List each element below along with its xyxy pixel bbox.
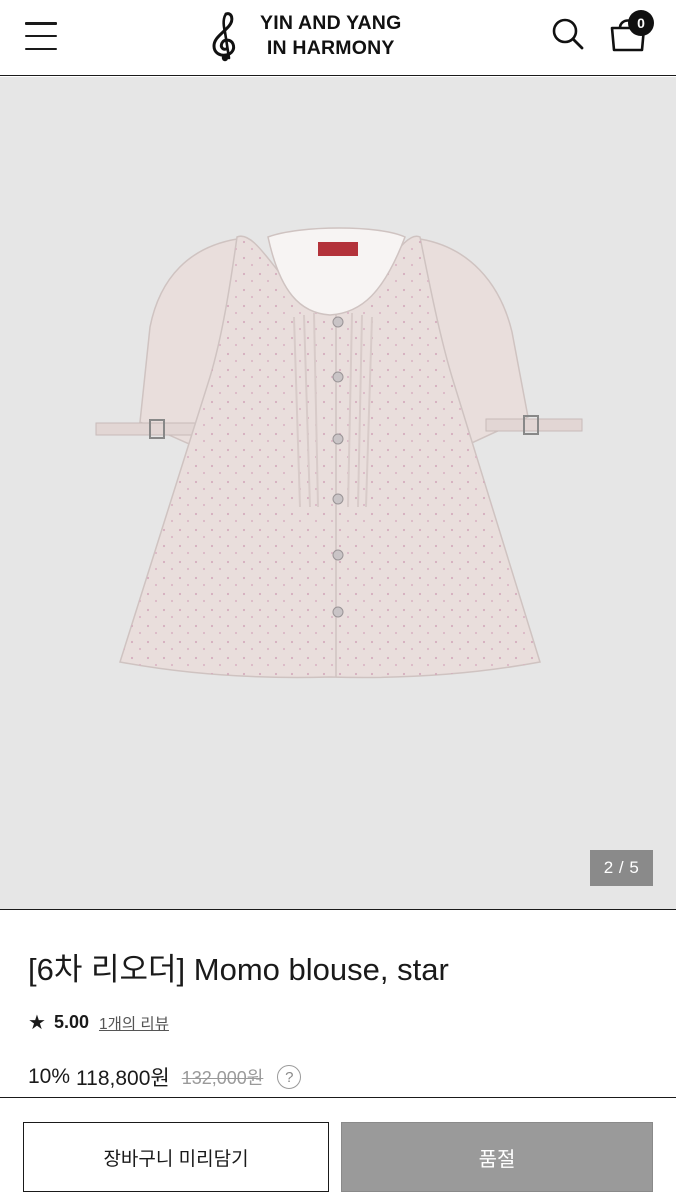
product-rating: ★ 5.00 1개의 리뷰 <box>28 1010 169 1035</box>
product-image-gallery[interactable]: 2 / 5 <box>0 77 676 910</box>
product-image <box>95 227 583 679</box>
sold-out-button[interactable]: 품절 <box>341 1122 653 1192</box>
cart-count-badge: 0 <box>628 10 654 36</box>
brand-logo[interactable]: YIN AND YANG IN HARMONY <box>204 8 401 64</box>
brand-name: YIN AND YANG IN HARMONY <box>260 12 402 59</box>
treble-clef-icon <box>212 12 236 62</box>
original-price: 132,000원 <box>181 1068 264 1088</box>
image-pager: 2 / 5 <box>590 850 653 886</box>
add-to-cart-button[interactable]: 장바구니 미리담기 <box>23 1122 329 1192</box>
discount-rate: 10% <box>28 1065 71 1088</box>
product-title: [6차 리오더] Momo blouse, star <box>28 952 449 987</box>
rating-score: 5.00 <box>53 1012 89 1032</box>
question-icon[interactable]: ? <box>277 1065 302 1089</box>
price-row: 10% 118,800원 132,000원 ? <box>28 1062 302 1092</box>
review-count-link[interactable]: 1개의 리뷰 <box>99 1012 169 1034</box>
search-icon[interactable] <box>550 16 586 52</box>
site-header: YIN AND YANG IN HARMONY 0 <box>0 0 676 76</box>
sale-price: 118,800원 <box>76 1067 170 1090</box>
cart-button[interactable]: 0 <box>606 10 656 56</box>
star-icon: ★ <box>28 1012 46 1034</box>
bottom-action-bar: 장바구니 미리담기 품절 <box>0 1097 676 1200</box>
hamburger-menu-icon[interactable] <box>22 19 60 53</box>
